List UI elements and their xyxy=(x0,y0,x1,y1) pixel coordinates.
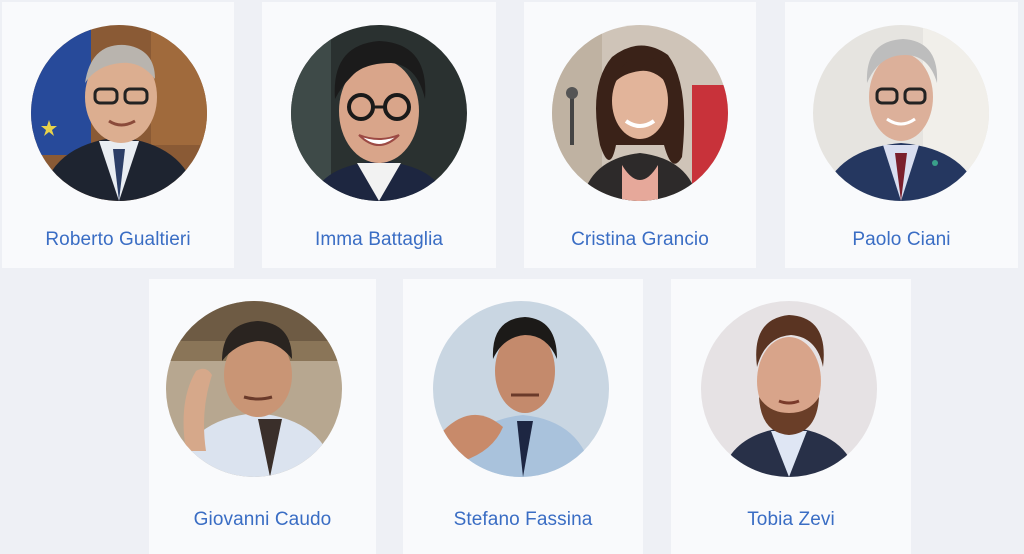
candidate-name[interactable]: Tobia Zevi xyxy=(671,509,911,531)
portrait-photo[interactable] xyxy=(552,25,728,201)
candidate-card-cristina-grancio[interactable]: Cristina Grancio xyxy=(524,2,756,268)
candidate-name[interactable]: Roberto Gualtieri xyxy=(2,229,234,251)
candidate-card-paolo-ciani[interactable]: Paolo Ciani xyxy=(785,2,1018,268)
candidate-card-tobia-zevi[interactable]: Tobia Zevi xyxy=(671,279,911,554)
portrait-photo[interactable] xyxy=(433,301,609,477)
portrait-photo[interactable] xyxy=(166,301,342,477)
portrait-photo[interactable] xyxy=(701,301,877,477)
candidate-card-roberto-gualtieri[interactable]: Roberto Gualtieri xyxy=(2,2,234,268)
candidate-card-giovanni-caudo[interactable]: Giovanni Caudo xyxy=(149,279,376,554)
candidate-name[interactable]: Giovanni Caudo xyxy=(149,509,376,531)
candidate-name[interactable]: Stefano Fassina xyxy=(403,509,643,531)
candidate-card-stefano-fassina[interactable]: Stefano Fassina xyxy=(403,279,643,554)
portrait-photo[interactable] xyxy=(813,25,989,201)
candidate-name[interactable]: Cristina Grancio xyxy=(524,229,756,251)
candidates-grid: Roberto Gualtieri Imma Battaglia Cristin… xyxy=(0,0,1024,554)
candidate-name[interactable]: Paolo Ciani xyxy=(785,229,1018,251)
portrait-photo[interactable] xyxy=(31,25,207,201)
portrait-photo[interactable] xyxy=(291,25,467,201)
candidate-card-imma-battaglia[interactable]: Imma Battaglia xyxy=(262,2,496,268)
candidate-name[interactable]: Imma Battaglia xyxy=(262,229,496,251)
